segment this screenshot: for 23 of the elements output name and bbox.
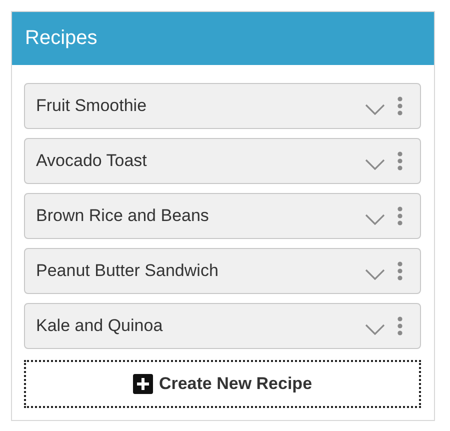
- more-options-icon[interactable]: [397, 96, 403, 116]
- more-options-icon[interactable]: [397, 316, 403, 336]
- recipe-name: Avocado Toast: [36, 151, 148, 171]
- chevron-down-icon[interactable]: [365, 214, 385, 224]
- chevron-down-icon[interactable]: [365, 104, 385, 114]
- recipe-item[interactable]: Kale and Quinoa: [24, 303, 421, 349]
- chevron-down-icon[interactable]: [365, 268, 385, 280]
- create-recipe-button[interactable]: Create New Recipe: [24, 360, 421, 408]
- more-options-icon[interactable]: [397, 151, 403, 171]
- chevron-down-icon[interactable]: [365, 158, 385, 170]
- more-options-icon[interactable]: [397, 261, 403, 281]
- more-options-icon[interactable]: [397, 206, 403, 226]
- panel-title: Recipes: [25, 27, 98, 50]
- chevron-down-icon[interactable]: [365, 324, 385, 334]
- recipe-item[interactable]: Peanut Butter Sandwich: [24, 248, 421, 294]
- plus-icon: [132, 374, 153, 394]
- recipe-name: Peanut Butter Sandwich: [36, 261, 220, 281]
- recipe-item[interactable]: Brown Rice and Beans: [24, 193, 421, 239]
- recipe-item[interactable]: Avocado Toast: [24, 138, 421, 184]
- recipe-name: Kale and Quinoa: [36, 316, 164, 336]
- recipe-name: Brown Rice and Beans: [36, 206, 210, 226]
- recipe-name: Fruit Smoothie: [36, 96, 148, 116]
- recipe-item[interactable]: Fruit Smoothie: [24, 83, 421, 129]
